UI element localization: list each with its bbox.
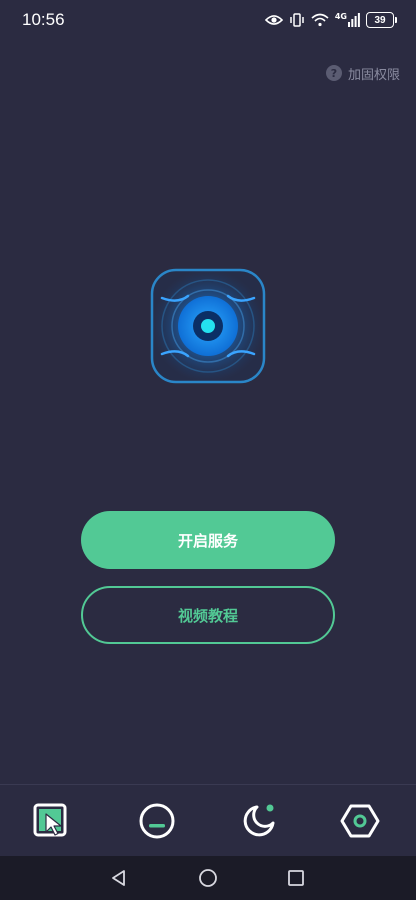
status-time: 10:56: [22, 10, 65, 29]
tab-night[interactable]: [239, 803, 279, 843]
tab-cursor[interactable]: [31, 803, 71, 843]
home-icon[interactable]: [198, 868, 218, 888]
eye-scanner-icon: [148, 266, 268, 386]
back-icon[interactable]: [109, 868, 129, 888]
reinforce-permission-label: 加固权限: [347, 67, 400, 83]
vibrate-icon: [289, 12, 305, 28]
battery-icon: 39: [366, 12, 397, 28]
recents-icon[interactable]: [286, 868, 306, 888]
bottom-tab-bar: [0, 784, 416, 856]
battery-level: 39: [374, 14, 386, 26]
hexagon-nut-icon: [340, 802, 380, 844]
network-type: 4G: [334, 12, 347, 21]
system-navigation-bar: [0, 856, 416, 900]
wifi-icon: [311, 13, 329, 27]
reinforce-permission-button[interactable]: ? 加固权限: [320, 60, 406, 86]
moon-icon: [240, 802, 278, 844]
help-icon: ?: [325, 65, 342, 81]
video-tutorial-button[interactable]: 视频教程: [81, 586, 335, 644]
tab-settings[interactable]: [340, 803, 380, 843]
tab-minus[interactable]: [137, 803, 177, 843]
cursor-click-icon: [32, 802, 70, 844]
eye-comfort-icon: [264, 13, 283, 27]
minus-circle-icon: [138, 802, 176, 844]
start-service-button[interactable]: 开启服务: [81, 511, 335, 569]
status-bar: 10:56 4G 39: [0, 0, 416, 40]
signal-4g-icon: 4G: [335, 13, 360, 27]
status-icons: 4G 39: [264, 10, 397, 30]
